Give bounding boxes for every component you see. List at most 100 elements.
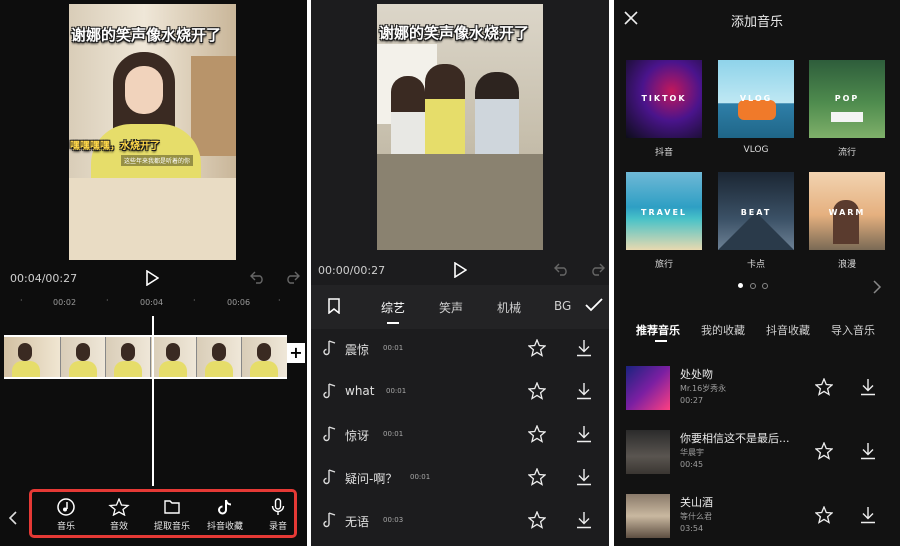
download-icon[interactable] (576, 339, 592, 357)
tab-tiktok-favorites[interactable]: 抖音收藏 (766, 322, 810, 338)
download-icon[interactable] (860, 378, 876, 396)
sound-duration: 00:03 (383, 516, 404, 524)
star-icon[interactable] (528, 425, 546, 443)
checkmark-icon (585, 298, 603, 312)
redo-icon (287, 271, 300, 284)
toolbar-extract-music-label: 提取音乐 (153, 522, 190, 532)
collapse-toolbar-button[interactable] (8, 510, 18, 526)
star-icon[interactable] (815, 442, 833, 460)
sound-row[interactable]: 惊讶 00:01 (311, 414, 609, 456)
download-icon[interactable] (576, 382, 592, 400)
play-icon (454, 262, 467, 278)
star-icon[interactable] (815, 378, 833, 396)
sound-row[interactable]: 无语 00:03 (311, 500, 609, 542)
tab-bgm[interactable]: BGI (554, 299, 572, 313)
toolbar-sound-effect[interactable]: 音效 (96, 498, 142, 532)
undo-button[interactable] (554, 262, 570, 276)
song-cover (626, 494, 670, 538)
tab-laughter[interactable]: 笑声 (439, 299, 463, 316)
star-music-icon (108, 498, 130, 516)
undo-button[interactable] (250, 270, 266, 284)
add-music-panel: 添加音乐 TIKTOK 抖音 VLOG VLOG POP 流行 TRAVEL 旅… (614, 0, 900, 546)
download-icon[interactable] (576, 425, 592, 443)
song-title: 处处吻 (680, 368, 713, 381)
timeline-ruler: · 00:02 · 00:04 · 00:06 · (0, 296, 307, 310)
category-cover-beat[interactable]: BEAT (718, 172, 794, 250)
shelf (191, 56, 236, 156)
toolbar-record[interactable]: 录音 (255, 498, 301, 532)
tab-import-music[interactable]: 导入音乐 (831, 322, 875, 338)
song-row[interactable]: 你要相信这不是最后... 华晨宇 00:45 (614, 430, 900, 480)
ruler-dot: · (193, 296, 196, 305)
favorites-bookmark-button[interactable] (327, 298, 341, 314)
sound-row[interactable]: 震惊 00:01 (311, 328, 609, 370)
category-cover-travel[interactable]: TRAVEL (626, 172, 702, 250)
redo-button[interactable] (589, 262, 605, 276)
ruler-tick-label: 00:06 (227, 298, 251, 307)
category-label: 流行 (837, 148, 856, 158)
star-icon[interactable] (815, 506, 833, 524)
star-icon[interactable] (528, 382, 546, 400)
clip-thumbnail (240, 337, 287, 377)
subtitle-text: 嘿嘿嘿嘿，水烧开了 (70, 141, 160, 152)
bench (831, 112, 863, 122)
star-icon[interactable] (528, 511, 546, 529)
ruler-tick-label: 00:04 (140, 298, 164, 307)
sound-name: 惊讶 (345, 429, 370, 443)
song-row[interactable]: 关山酒 等什么君 03:54 (614, 494, 900, 544)
redo-icon (592, 263, 605, 276)
toolbar-music[interactable]: 音乐 (43, 498, 89, 532)
person-3 (475, 72, 519, 162)
song-cover (626, 366, 670, 410)
person-face (125, 66, 163, 114)
tab-recommended[interactable]: 推荐音乐 (636, 322, 680, 338)
star-icon[interactable] (528, 339, 546, 357)
song-cover (626, 430, 670, 474)
song-artist: 华晨宇 (680, 448, 704, 457)
song-row[interactable]: 处处吻 Mr.16岁秀永 00:27 (614, 366, 900, 416)
play-button[interactable] (145, 270, 159, 286)
folder-icon (164, 500, 180, 514)
undo-icon (554, 263, 567, 276)
clip-thumbnail (4, 337, 60, 377)
category-cover-tiktok[interactable]: TIKTOK (626, 60, 702, 138)
toolbar-extract-music[interactable]: 提取音乐 (149, 498, 195, 532)
category-cover-vlog[interactable]: VLOG (718, 60, 794, 138)
video-caption: 谢娜的笑声像水烧开了 (71, 26, 222, 44)
mountain (718, 212, 794, 250)
toolbar-tiktok-favorites[interactable]: 抖音收藏 (202, 498, 248, 532)
category-cover-warm[interactable]: WARM (809, 172, 885, 250)
tab-mechanical[interactable]: 机械 (497, 299, 521, 316)
play-button[interactable] (453, 262, 467, 278)
download-icon[interactable] (576, 468, 592, 486)
page-title: 添加音乐 (730, 15, 783, 30)
sound-row[interactable]: what 00:01 (311, 371, 609, 413)
playhead[interactable] (152, 316, 154, 486)
ruler-dot: · (106, 296, 109, 305)
download-icon[interactable] (576, 511, 592, 529)
sound-duration: 00:01 (383, 430, 404, 438)
star-icon[interactable] (528, 468, 546, 486)
tab-variety[interactable]: 综艺 (381, 299, 405, 316)
sound-duration: 00:01 (386, 387, 407, 395)
music-note-icon (323, 340, 336, 356)
redo-button[interactable] (284, 270, 300, 284)
tab-my-favorites[interactable]: 我的收藏 (701, 322, 745, 338)
song-duration: 00:27 (680, 396, 704, 405)
category-label: 卡点 (746, 260, 765, 270)
download-icon[interactable] (860, 442, 876, 460)
person-1 (391, 76, 425, 166)
confirm-button[interactable] (585, 298, 603, 312)
sound-name: 震惊 (345, 343, 370, 357)
download-icon[interactable] (860, 506, 876, 524)
van (738, 100, 776, 120)
next-page-button[interactable] (872, 279, 882, 295)
add-clip-button[interactable]: + (287, 343, 305, 363)
category-cover-pop[interactable]: POP (809, 60, 885, 138)
sound-row[interactable]: 疑问-啊？ 00:01 (311, 457, 609, 499)
time-display: 00:04/00:27 (10, 272, 78, 285)
video-clip-strip[interactable] (4, 335, 287, 379)
chevron-right-icon (873, 280, 882, 294)
page-dot-active (738, 283, 743, 288)
ruler-tick-label: 00:02 (53, 298, 77, 307)
